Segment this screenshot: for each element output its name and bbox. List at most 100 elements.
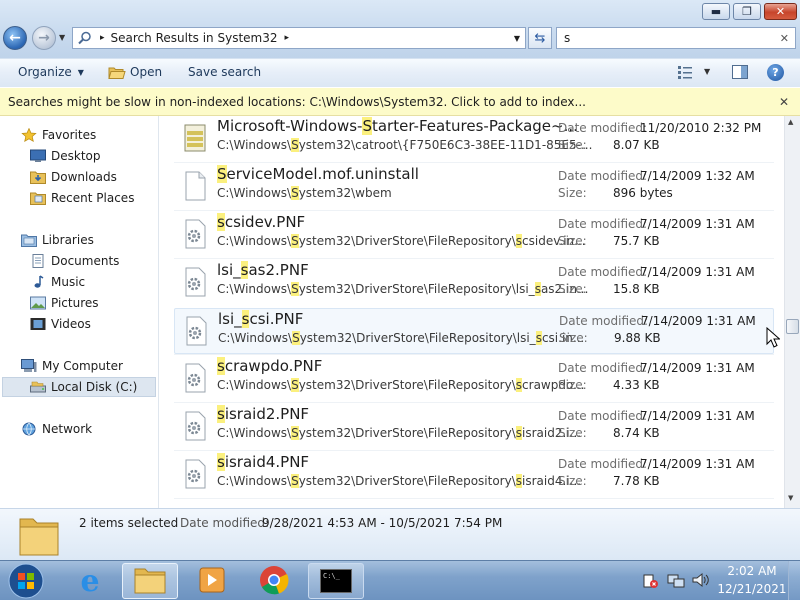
breadcrumb-chevron-icon[interactable]: ▸ [285,33,290,43]
size-value: 15.8 KB [613,282,660,296]
computer-icon [21,359,37,373]
taskbar-command-prompt[interactable]: C:\_ [308,563,364,599]
close-info-bar-icon[interactable]: ✕ [779,95,789,109]
file-path: C:\Windows\System32\DriverStore\FileRepo… [218,331,585,345]
date-modified-label: Date modified: [558,217,648,231]
taskbar-internet-explorer[interactable]: e [62,563,118,599]
date-modified-value: 7/14/2009 1:31 AM [641,314,756,328]
volume-icon[interactable] [692,572,710,591]
clock-date[interactable]: 12/21/2021 [716,582,788,596]
pictures-icon [30,296,46,310]
close-button[interactable]: ✕ [764,3,797,20]
nav-videos[interactable]: Videos [30,314,91,334]
file-row[interactable]: ServiceModel.mof.uninstall C:\Windows\Sy… [174,164,774,210]
back-button[interactable]: ← [3,26,27,50]
blank-file-icon [182,171,208,201]
scroll-thumb[interactable] [786,319,799,334]
clear-search-icon[interactable]: ✕ [780,32,789,45]
breadcrumb[interactable]: Search Results in System32 [111,31,278,45]
taskbar-media-player[interactable] [184,563,240,599]
size-value: 8.07 KB [613,138,660,152]
start-button[interactable] [6,562,46,600]
file-name: scsidev.PNF [217,213,306,231]
row-divider [174,354,774,355]
nav-desktop[interactable]: Desktop [30,146,101,166]
open-button[interactable]: Open [108,65,162,79]
file-row-hovered[interactable]: lsi_scsi.PNF C:\Windows\System32\DriverS… [174,308,774,354]
file-row[interactable]: sisraid2.PNF C:\Windows\System32\DriverS… [174,404,774,450]
file-path: C:\Windows\System32\catroot\{F750E6C3-38… [217,138,593,152]
nav-music[interactable]: Music [30,272,85,292]
maximize-button[interactable]: ❐ [733,3,761,20]
nav-recent-places[interactable]: Recent Places [30,188,134,208]
search-input[interactable]: s ✕ [556,27,796,49]
nav-documents[interactable]: Documents [30,251,119,271]
internet-explorer-icon: e [80,563,100,599]
scroll-up-icon[interactable]: ▲ [788,118,793,126]
date-modified-value: 7/14/2009 1:31 AM [640,409,755,423]
folder-icon [18,513,60,560]
taskbar-windows-explorer[interactable] [122,563,178,599]
arrow-left-icon: ← [9,30,21,46]
index-info-bar[interactable]: Searches might be slow in non-indexed lo… [0,88,800,116]
network-status-icon[interactable] [667,573,685,592]
nav-libraries[interactable]: Libraries [21,230,94,250]
row-divider [174,210,774,211]
settings-file-icon [182,411,208,441]
file-path: C:\Windows\System32\DriverStore\FileRepo… [217,282,589,296]
settings-file-icon [183,316,209,346]
nav-network[interactable]: Network [21,419,92,439]
info-bar-message[interactable]: Searches might be slow in non-indexed lo… [8,95,586,109]
file-row[interactable]: sisraid4.PNF C:\Windows\System32\DriverS… [174,452,774,498]
nav-downloads[interactable]: Downloads [30,167,117,187]
nav-local-disk-selected[interactable]: Local Disk (C:) [2,377,156,397]
view-dropdown-icon[interactable]: ▼ [704,67,710,76]
help-icon: ? [767,64,784,81]
nav-favorites[interactable]: Favorites [21,125,96,145]
taskbar-chrome[interactable] [246,563,302,599]
date-modified-value: 11/20/2010 2:32 PM [640,121,762,135]
search-value[interactable]: s [564,31,570,45]
forward-button[interactable]: → [32,26,56,50]
date-modified-value: 7/14/2009 1:31 AM [640,217,755,231]
refresh-icon: ⇆ [534,30,546,46]
settings-file-icon [182,459,208,489]
row-divider [174,162,774,163]
search-results-list: Microsoft-Windows-Starter-Features-Packa… [160,116,784,508]
vertical-scrollbar[interactable]: ▲ ▼ [784,116,800,508]
file-name: lsi_sas2.PNF [217,261,309,279]
file-row[interactable]: Microsoft-Windows-Starter-Features-Packa… [174,116,774,162]
recent-pages-dropdown[interactable]: ▼ [59,33,65,42]
date-modified-value: 7/14/2009 1:31 AM [640,457,755,471]
help-button[interactable]: ? [767,64,784,81]
size-label: Size: [558,474,587,488]
size-value: 4.33 KB [613,378,660,392]
clock-time[interactable]: 2:02 AM [722,564,782,578]
size-label: Size: [558,234,587,248]
size-value: 9.88 KB [614,331,661,345]
organize-button[interactable]: Organize ▼ [18,65,84,79]
save-search-button[interactable]: Save search [188,65,261,79]
size-label: Size: [558,282,587,296]
preview-pane-button[interactable] [732,65,748,82]
minimize-button[interactable]: ▬ [702,3,730,20]
address-bar[interactable]: ▸ Search Results in System32 ▸ ▼ [72,27,526,49]
file-row[interactable]: scsidev.PNF C:\Windows\System32\DriverSt… [174,212,774,258]
windows-logo-icon [8,563,44,599]
action-center-icon[interactable] [643,573,659,592]
change-view-button[interactable] [678,66,692,82]
scroll-down-icon[interactable]: ▼ [788,494,793,502]
folder-icon [134,566,166,597]
show-desktop-button[interactable] [788,561,800,600]
breadcrumb-chevron-icon[interactable]: ▸ [100,33,105,43]
mouse-cursor-icon [766,326,781,351]
file-row[interactable]: lsi_sas2.PNF C:\Windows\System32\DriverS… [174,260,774,306]
star-icon [21,127,37,143]
address-dropdown-icon[interactable]: ▼ [514,34,520,43]
file-path: C:\Windows\System32\DriverStore\FileRepo… [217,234,586,248]
file-path: C:\Windows\System32\DriverStore\FileRepo… [217,426,582,440]
nav-my-computer[interactable]: My Computer [21,356,123,376]
file-row[interactable]: scrawpdo.PNF C:\Windows\System32\DriverS… [174,356,774,402]
nav-pictures[interactable]: Pictures [30,293,99,313]
refresh-button[interactable]: ⇆ [528,27,552,49]
